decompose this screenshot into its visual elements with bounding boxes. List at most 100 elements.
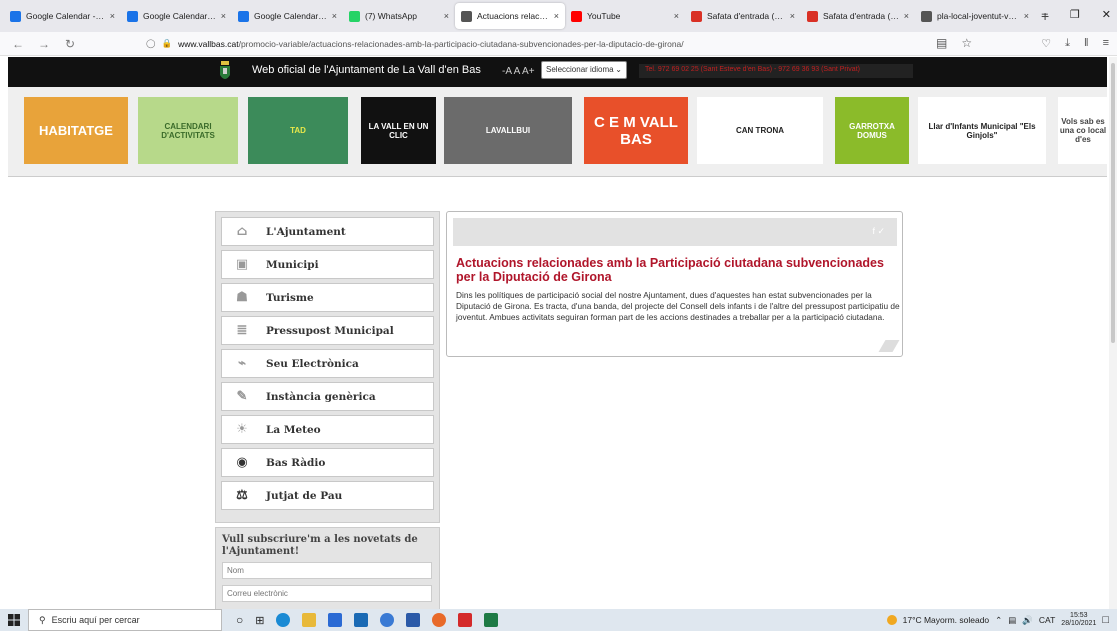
font-size-controls[interactable]: -A A A+: [502, 66, 535, 77]
maximize-button[interactable]: ❐: [1070, 8, 1080, 21]
start-button[interactable]: [0, 609, 28, 631]
browser-tab[interactable]: Safata d'entrada (396) - é ×: [685, 3, 801, 29]
menu-item[interactable]: ☀ La Meteo: [221, 415, 434, 444]
browser-tab[interactable]: pla-local-joventut-vall-b ×: [915, 3, 1035, 29]
windows-taskbar: ⚲ Escriu aquí per cercar ○ ⊞ 17°C Mayorm…: [0, 609, 1117, 631]
tab-favicon-icon: [349, 10, 360, 22]
mail-icon[interactable]: [354, 613, 369, 627]
banner-tile[interactable]: HABITATGE: [24, 97, 128, 164]
browser-tab[interactable]: (7) WhatsApp ×: [343, 3, 455, 29]
scrollbar-thumb[interactable]: [1111, 63, 1115, 343]
word-icon[interactable]: [406, 613, 421, 627]
file-explorer-icon[interactable]: [302, 613, 317, 627]
tab-title: pla-local-joventut-vall-b: [937, 11, 1020, 21]
email-field[interactable]: [222, 585, 432, 602]
tab-close-icon[interactable]: ×: [332, 11, 337, 21]
weather-icon: ☀: [236, 422, 248, 437]
menu-item[interactable]: ▣ Municipi: [221, 250, 434, 279]
cortana-icon[interactable]: ○: [236, 613, 243, 627]
clock-time: 15:53: [1070, 612, 1088, 619]
clock[interactable]: 15:53 28/10/2021: [1061, 612, 1096, 628]
menu-item-label: Turisme: [266, 291, 314, 304]
weather-text[interactable]: 17°C Mayorm. soleado: [903, 615, 990, 625]
menu-item[interactable]: ✎ Instància genèrica: [221, 382, 434, 411]
banner-tile[interactable]: C E M VALL BAS: [584, 97, 688, 164]
reader-view-icon[interactable]: ▤: [936, 36, 947, 50]
side-menu: ⌂ L'Ajuntament ▣ Municipi ☗ Turisme ≣ Pressupos…: [215, 211, 440, 523]
banner-tile[interactable]: Vols sab es una co local d'es: [1058, 97, 1108, 164]
tab-close-icon[interactable]: ×: [1024, 11, 1029, 21]
banner-tile[interactable]: GARROTXA DOMUS: [835, 97, 909, 164]
pocket-icon[interactable]: ♡: [1041, 37, 1051, 50]
weather-sun-icon: [886, 615, 897, 625]
lock-icon[interactable]: 🔒: [162, 38, 173, 49]
input-language[interactable]: CAT: [1039, 615, 1055, 625]
tab-close-icon[interactable]: ×: [221, 11, 226, 21]
tab-title: Google Calendar - Setma: [254, 11, 328, 21]
acrobat-icon[interactable]: [458, 613, 473, 627]
coat-of-arms-icon[interactable]: [218, 61, 232, 83]
volume-icon[interactable]: 🔊: [1022, 615, 1033, 626]
banner-tile[interactable]: LA VALL EN UN CLIC: [361, 97, 436, 164]
name-field[interactable]: [222, 562, 432, 579]
notifications-icon[interactable]: □: [1102, 614, 1109, 626]
menu-item-label: Seu Electrònica: [266, 357, 359, 370]
bookmark-star-icon[interactable]: ☆: [961, 36, 972, 50]
social-share-icons[interactable]: f ✓: [872, 226, 885, 237]
network-icon[interactable]: ▤: [1008, 615, 1016, 626]
banner-tile[interactable]: TAD: [248, 97, 348, 164]
menu-item[interactable]: ⌂ L'Ajuntament: [221, 217, 434, 246]
browser-tab[interactable]: YouTube ×: [565, 3, 685, 29]
excel-icon[interactable]: [484, 613, 499, 627]
forward-icon[interactable]: →: [36, 37, 52, 51]
reload-icon[interactable]: ↻: [62, 37, 78, 51]
tab-favicon-icon: [10, 10, 21, 22]
window-controls: – ❐ ✕: [1042, 8, 1111, 21]
minimize-button[interactable]: –: [1042, 8, 1048, 21]
subscribe-box: Vull subscriure'm a les novetats de l'Aj…: [215, 527, 440, 617]
menu-item[interactable]: ☗ Turisme: [221, 283, 434, 312]
tab-close-icon[interactable]: ×: [444, 11, 449, 21]
tab-close-icon[interactable]: ×: [790, 11, 795, 21]
scales-icon: ⚖: [236, 488, 248, 503]
tab-title: Actuacions relacionades: [477, 11, 550, 21]
firefox-icon[interactable]: [432, 613, 447, 627]
task-view-icon[interactable]: ⊞: [255, 614, 264, 627]
menu-icon[interactable]: ≡: [1103, 37, 1109, 50]
download-icon[interactable]: ⤓: [1065, 37, 1070, 50]
banner-tile[interactable]: LAVALLBUI: [444, 97, 572, 164]
menu-item[interactable]: ⌁ Seu Electrònica: [221, 349, 434, 378]
tray-chevron-icon[interactable]: ⌃: [995, 615, 1002, 626]
menu-item[interactable]: ⚖ Jutjat de Pau: [221, 481, 434, 510]
clock-date: 28/10/2021: [1061, 620, 1097, 627]
tab-close-icon[interactable]: ×: [110, 11, 115, 21]
shield-icon[interactable]: ◯: [146, 38, 156, 49]
browser-tab[interactable]: Google Calendar - Setma ×: [232, 3, 343, 29]
language-select[interactable]: Seleccionar idioma ⌄: [541, 61, 627, 79]
chrome-icon[interactable]: [380, 613, 395, 627]
browser-tab[interactable]: Google Calendar - Setma ×: [121, 3, 232, 29]
close-window-button[interactable]: ✕: [1102, 8, 1111, 21]
menu-item[interactable]: ≣ Pressupost Municipal: [221, 316, 434, 345]
store-icon[interactable]: [328, 613, 343, 627]
site-title[interactable]: Web oficial de l'Ajuntament de La Vall d…: [252, 64, 481, 76]
address-bar[interactable]: ◯ 🔒 www.vallbas.cat /promocio-variable/a…: [146, 38, 684, 49]
browser-tab[interactable]: Safata d'entrada (346) - é ×: [801, 3, 915, 29]
taskbar-search[interactable]: ⚲ Escriu aquí per cercar: [28, 609, 222, 631]
banner-tile[interactable]: Llar d'Infants Municipal "Els Ginjols": [918, 97, 1046, 164]
edge-icon[interactable]: [276, 613, 291, 627]
tab-close-icon[interactable]: ×: [674, 11, 679, 21]
tab-title: Google Calendar - Setma: [26, 11, 106, 21]
tab-close-icon[interactable]: ×: [904, 11, 909, 21]
library-icon[interactable]: ‖: [1084, 37, 1089, 50]
form-icon: ✎: [236, 389, 248, 404]
menu-item[interactable]: ◉ Bas Ràdio: [221, 448, 434, 477]
browser-tab[interactable]: Actuacions relacionades ×: [455, 3, 565, 29]
banner-tile[interactable]: CAN TRONA: [697, 97, 823, 164]
tab-title: Safata d'entrada (346) - é: [823, 11, 900, 21]
browser-tab[interactable]: Google Calendar - Setma ×: [4, 3, 121, 29]
banner-tile[interactable]: CALENDARI D'ACTIVITATS: [138, 97, 238, 164]
back-icon[interactable]: ←: [10, 37, 26, 51]
page-scrollbar[interactable]: [1109, 57, 1117, 609]
tab-close-icon[interactable]: ×: [554, 11, 559, 21]
